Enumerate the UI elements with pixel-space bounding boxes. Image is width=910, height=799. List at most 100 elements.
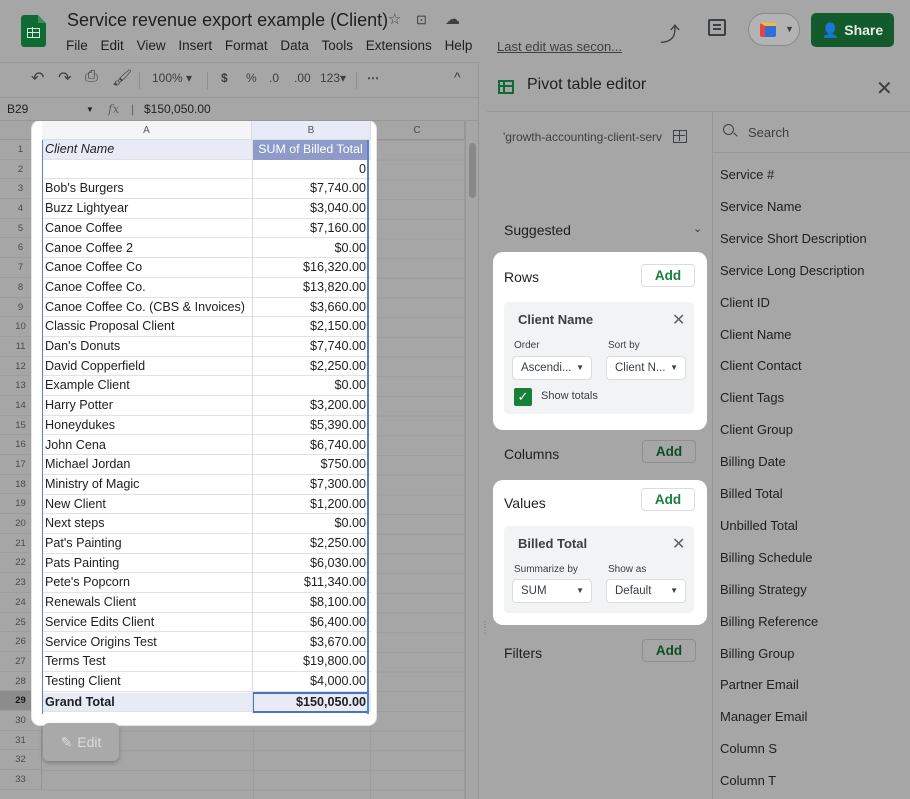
menu-tools[interactable]: Tools <box>321 38 353 53</box>
client-name-cell[interactable]: Example Client <box>45 378 130 392</box>
field-list-item[interactable]: Client Tags <box>720 390 784 405</box>
client-name-cell[interactable]: Grand Total <box>45 695 115 709</box>
paint-format-icon[interactable]: 🖌 <box>112 68 132 88</box>
client-name-cell[interactable]: Honeydukes <box>45 418 115 432</box>
field-list-item[interactable]: Column S <box>720 741 777 756</box>
field-list-item[interactable]: Billed Total <box>720 486 783 501</box>
collapse-toolbar-icon[interactable]: ^ <box>454 69 461 85</box>
pivot-table[interactable]: A B Client Name SUM of Billed Total 0 Bob's… <box>32 121 376 725</box>
document-title[interactable]: Service revenue export example (Client) <box>67 10 388 31</box>
close-icon[interactable]: ✕ <box>876 76 893 101</box>
undo-icon[interactable]: ↶ <box>31 68 44 88</box>
client-name-cell[interactable]: Canoe Coffee Co <box>45 260 142 274</box>
percent-format-button[interactable]: % <box>246 71 257 85</box>
field-list-item[interactable]: Client Group <box>720 422 793 437</box>
client-name-cell[interactable]: John Cena <box>45 438 106 452</box>
client-name-cell[interactable]: Bob's Burgers <box>45 181 124 195</box>
field-list-item[interactable]: Unbilled Total <box>720 518 798 533</box>
increase-decimal-button[interactable]: .00 <box>294 71 311 85</box>
client-name-cell[interactable]: Next steps <box>45 516 105 530</box>
scrollbar-thumb[interactable] <box>469 143 476 198</box>
field-list-item[interactable]: Billing Date <box>720 454 786 469</box>
show-as-dropdown[interactable]: Default ▼ <box>606 579 686 603</box>
client-name-cell[interactable]: Classic Proposal Client <box>45 319 175 333</box>
menu-format[interactable]: Format <box>225 38 268 53</box>
client-name-cell[interactable]: Michael Jordan <box>45 457 130 471</box>
values-add-button[interactable]: Add <box>641 488 695 511</box>
row-header[interactable]: 31 <box>0 730 42 751</box>
menu-edit[interactable]: Edit <box>101 38 124 53</box>
name-box-dropdown-icon[interactable]: ▼ <box>86 105 94 114</box>
client-name-cell[interactable]: Pats Painting <box>45 556 119 570</box>
formula-input[interactable]: $150,050.00 <box>144 102 211 116</box>
menu-data[interactable]: Data <box>280 38 309 53</box>
cloud-status-icon[interactable]: ☁ <box>445 10 460 28</box>
search-input[interactable]: Search <box>748 125 789 140</box>
more-formats-button[interactable]: 123▾ <box>320 71 346 85</box>
field-list-item[interactable]: Billing Strategy <box>720 582 807 597</box>
remove-value-field-icon[interactable]: ✕ <box>672 534 685 554</box>
menu-insert[interactable]: Insert <box>178 38 212 53</box>
zoom-select[interactable]: 100% ▾ <box>152 71 192 85</box>
field-search[interactable]: Search <box>713 112 910 153</box>
move-folder-icon[interactable]: ⊡ <box>416 12 427 28</box>
columns-add-button[interactable]: Add <box>642 440 696 463</box>
field-list-item[interactable]: Column T <box>720 773 776 788</box>
client-name-cell[interactable]: Service Origins Test <box>45 635 157 649</box>
redo-icon[interactable]: ↷ <box>58 68 71 88</box>
show-totals-checkbox[interactable]: ✓ <box>514 388 532 406</box>
field-list-item[interactable]: Manager Email <box>720 709 807 724</box>
field-list-item[interactable]: Client Name <box>720 327 792 342</box>
client-name-cell[interactable]: Canoe Coffee <box>45 221 123 235</box>
field-list-item[interactable]: Billing Schedule <box>720 550 813 565</box>
vertical-scrollbar[interactable] <box>465 121 478 799</box>
field-list-item[interactable]: Service Long Description <box>720 263 865 278</box>
client-name-cell[interactable]: New Client <box>45 497 106 511</box>
field-list-item[interactable]: Service # <box>720 167 774 182</box>
client-name-cell[interactable]: Pete's Popcorn <box>45 575 130 589</box>
panel-resize-handle[interactable]: ⋮ ⋮ <box>478 62 489 799</box>
client-name-cell[interactable]: Pat's Painting <box>45 536 122 550</box>
sort-by-dropdown[interactable]: Client N... ▼ <box>606 356 686 380</box>
data-range[interactable]: 'growth-accounting-client-serv <box>503 130 663 144</box>
client-name-cell[interactable]: Renewals Client <box>45 595 136 609</box>
client-name-cell[interactable]: Canoe Coffee Co. <box>45 280 146 294</box>
more-options-button[interactable]: ⋯ <box>367 71 379 85</box>
menu-extensions[interactable]: Extensions <box>366 38 432 53</box>
summarize-by-dropdown[interactable]: SUM ▼ <box>512 579 592 603</box>
order-dropdown[interactable]: Ascendi... ▼ <box>512 356 592 380</box>
share-button[interactable]: 👤 Share <box>811 13 894 47</box>
comment-history-icon[interactable] <box>708 19 726 36</box>
client-name-cell[interactable]: David Copperfield <box>45 359 145 373</box>
field-list-item[interactable]: Partner Email <box>720 677 799 692</box>
select-range-icon[interactable] <box>673 130 687 143</box>
menu-help[interactable]: Help <box>445 38 473 53</box>
filters-add-button[interactable]: Add <box>642 639 696 662</box>
client-name-cell[interactable]: Buzz Lightyear <box>45 201 128 215</box>
activity-trend-icon[interactable]: ⤴ <box>660 18 680 47</box>
client-name-cell[interactable]: Terms Test <box>45 654 106 668</box>
row-header[interactable]: 33 <box>0 770 42 790</box>
sheets-logo-icon[interactable] <box>21 15 46 47</box>
meet-button[interactable]: ▼ <box>748 13 800 46</box>
menu-view[interactable]: View <box>137 38 166 53</box>
rows-add-button[interactable]: Add <box>641 264 695 287</box>
row-header[interactable]: 32 <box>0 750 42 770</box>
client-name-cell[interactable]: Canoe Coffee 2 <box>45 241 133 255</box>
suggested-label[interactable]: Suggested <box>504 222 571 238</box>
field-list-item[interactable]: Service Short Description <box>720 231 867 246</box>
last-edit-link[interactable]: Last edit was secon... <box>497 39 622 54</box>
spreadsheet-grid[interactable]: A B C 1234567891011121314151617181920212… <box>0 121 478 799</box>
client-name-cell[interactable]: Service Edits Client <box>45 615 154 629</box>
decrease-decimal-button[interactable]: .0 <box>269 71 279 85</box>
client-name-header[interactable]: Client Name <box>45 142 114 156</box>
client-name-cell[interactable]: Testing Client <box>45 674 121 688</box>
client-name-cell[interactable]: Dan's Donuts <box>45 339 120 353</box>
field-list-item[interactable]: Client ID <box>720 295 770 310</box>
field-list-item[interactable]: Client Contact <box>720 358 802 373</box>
star-icon[interactable]: ☆ <box>388 10 401 28</box>
client-name-cell[interactable]: Ministry of Magic <box>45 477 139 491</box>
currency-format-button[interactable]: $ <box>221 71 228 85</box>
column-header-c[interactable]: C <box>370 121 465 140</box>
field-list-item[interactable]: Billing Group <box>720 646 794 661</box>
